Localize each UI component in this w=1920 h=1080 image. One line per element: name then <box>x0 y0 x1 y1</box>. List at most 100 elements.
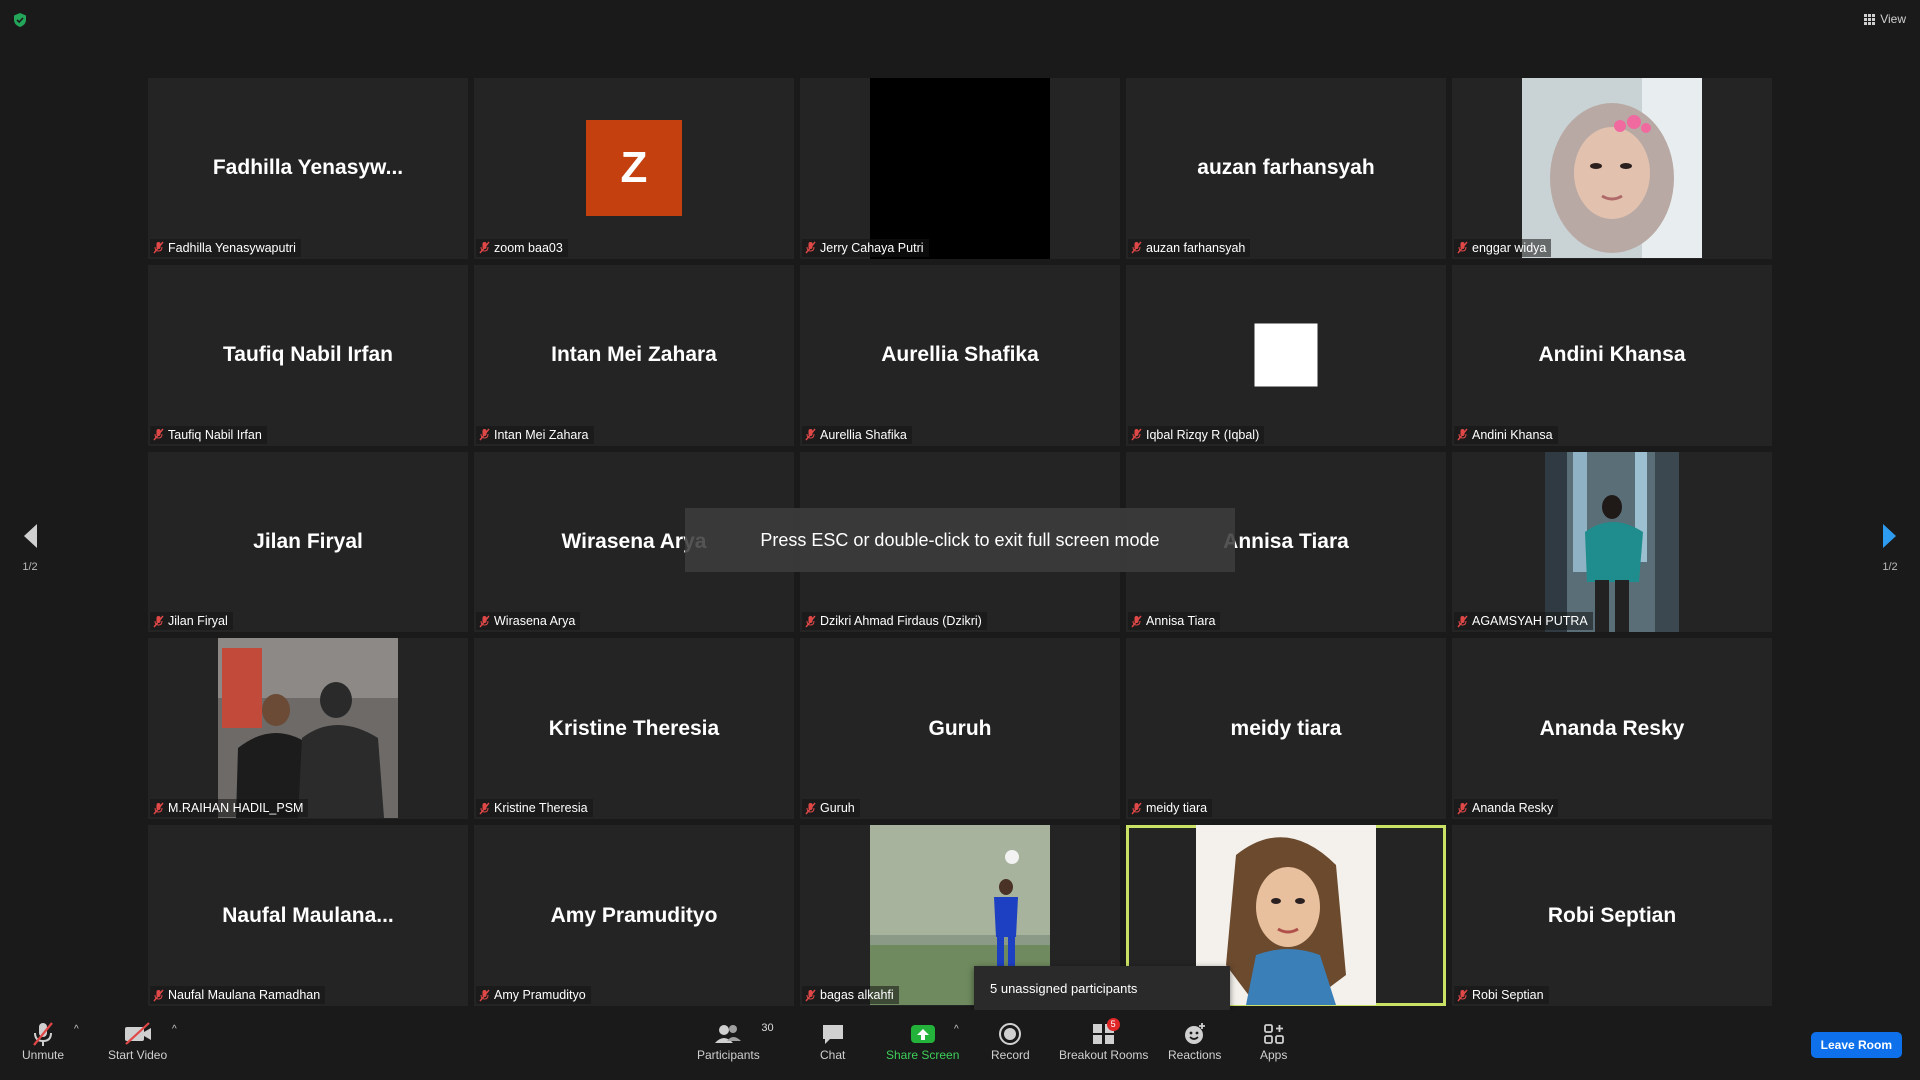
muted-mic-icon <box>1457 989 1468 1001</box>
reactions-label: Reactions <box>1168 1048 1222 1062</box>
participants-label: Participants <box>697 1048 760 1062</box>
video-feed <box>1254 323 1318 387</box>
chat-icon <box>822 1025 843 1044</box>
name-text: Intan Mei Zahara <box>494 427 589 442</box>
name-text: Taufiq Nabil Irfan <box>168 427 262 442</box>
participant-name-label: Ananda Resky <box>1454 799 1559 818</box>
participant-name-label: Guruh <box>802 799 860 818</box>
breakout-rooms-label: Breakout Rooms <box>1059 1048 1149 1062</box>
participant-name-label: Intan Mei Zahara <box>476 425 594 444</box>
participant-tile[interactable]: Ananda Resky Ananda Resky <box>1452 638 1772 820</box>
participant-tile[interactable]: Taufiq Nabil Irfan Taufiq Nabil Irfan <box>148 264 468 446</box>
participant-tile[interactable]: Aurellia Shafika Aurellia Shafika <box>800 264 1120 446</box>
start-video-button[interactable]: Start Video <box>108 1020 167 1062</box>
muted-mic-icon <box>1131 615 1142 628</box>
participant-name-label: Annisa Tiara <box>1128 612 1221 631</box>
participant-name-label: Wirasena Arya <box>476 612 581 631</box>
participants-count: 30 <box>761 1022 774 1034</box>
participant-tile[interactable]: Amy Pramudityo Amy Pramudityo <box>474 825 794 1006</box>
participant-tile[interactable]: Naufal Maulana... Naufal Maulana Ramadha… <box>148 825 468 1006</box>
chat-label: Chat <box>820 1048 846 1062</box>
participant-name-label: Naufal Maulana Ramadhan <box>150 986 326 1004</box>
view-label: View <box>1880 12 1906 26</box>
participant-display-name: Intan Mei Zahara <box>551 343 717 367</box>
participant-name-label: AGAMSYAH PUTRA <box>1454 612 1593 631</box>
share-screen-button[interactable]: Share Screen <box>886 1020 959 1062</box>
muted-mic-icon <box>1457 615 1468 628</box>
participant-tile[interactable]: Jerry Cahaya Putri <box>800 78 1120 259</box>
unmute-button[interactable]: Unmute <box>22 1020 64 1062</box>
participant-tile[interactable]: AGAMSYAH PUTRA <box>1452 451 1772 633</box>
participant-display-name: auzan farhansyah <box>1197 156 1375 180</box>
participant-name-label: Jilan Firyal <box>150 612 233 631</box>
participant-tile[interactable]: Kristine Theresia Kristine Theresia <box>474 638 794 820</box>
name-text: Jilan Firyal <box>168 614 228 629</box>
participant-display-name: Robi Septian <box>1547 903 1677 927</box>
video-off-icon <box>124 1022 151 1045</box>
participant-name-label: M.RAIHAN HADIL_PSM <box>150 799 309 818</box>
chevron-right-icon <box>1883 524 1896 548</box>
group-photo <box>218 638 398 819</box>
participant-name-label: Aurellia Shafika <box>802 425 912 444</box>
previous-page-button[interactable]: 1/2 <box>0 522 60 573</box>
breakout-rooms-button[interactable]: 5 Breakout Rooms <box>1059 1018 1149 1062</box>
apps-label: Apps <box>1260 1048 1288 1062</box>
participant-tile[interactable]: Fadhilla Yenasyw... Fadhilla Yenasywaput… <box>148 78 468 259</box>
audio-options-caret[interactable]: ^ <box>74 1024 79 1035</box>
fullscreen-exit-toast: Press ESC or double-click to exit full s… <box>685 508 1235 572</box>
participant-tile[interactable]: Guruh Guruh <box>800 638 1120 820</box>
name-text: AGAMSYAH PUTRA <box>1472 614 1588 629</box>
participant-tile[interactable]: M.RAIHAN HADIL_PSM <box>148 638 468 820</box>
muted-mic-icon <box>153 428 164 441</box>
participant-name-label: bagas alkahfi <box>802 986 899 1004</box>
video-feed <box>1545 451 1679 633</box>
record-button[interactable]: Record <box>991 1020 1030 1062</box>
apps-icon <box>1263 1024 1284 1044</box>
view-button[interactable]: View <box>1864 12 1906 26</box>
muted-mic-icon <box>479 241 490 254</box>
muted-mic-icon <box>805 802 816 815</box>
meeting-toolbar: Unmute ^ Start Video ^ 30 Participants C… <box>0 1010 1920 1080</box>
name-text: Amy Pramudityo <box>494 988 586 1002</box>
muted-mic-icon <box>805 241 816 254</box>
muted-mic-icon <box>153 615 164 628</box>
participant-tile[interactable]: meidy tiara meidy tiara <box>1126 638 1446 820</box>
video-feed <box>870 78 1050 259</box>
name-text: auzan farhansyah <box>1146 240 1246 255</box>
breakout-badge: 5 <box>1106 1018 1120 1031</box>
share-options-caret[interactable]: ^ <box>954 1024 959 1035</box>
muted-mic-icon <box>1131 241 1142 254</box>
participant-name-label: zoom baa03 <box>476 238 568 257</box>
name-text: meidy tiara <box>1146 801 1208 816</box>
participants-button[interactable]: 30 Participants <box>697 1020 774 1062</box>
top-bar: View <box>0 0 1920 40</box>
page-indicator-right: 1/2 <box>1882 561 1898 573</box>
participant-name-label: Fadhilla Yenasywaputri <box>150 238 301 257</box>
participant-tile[interactable]: Robi Septian Robi Septian <box>1452 825 1772 1006</box>
name-text: Naufal Maulana Ramadhan <box>168 988 321 1002</box>
participant-display-name: Aurellia Shafika <box>881 343 1039 367</box>
start-video-label: Start Video <box>108 1048 168 1062</box>
chat-button[interactable]: Chat <box>820 1020 845 1062</box>
muted-mic-icon <box>1457 241 1468 254</box>
leave-room-button[interactable]: Leave Room <box>1810 1032 1902 1058</box>
participant-tile[interactable]: Iqbal Rizqy R (Iqbal) <box>1126 264 1446 446</box>
reactions-button[interactable]: Reactions <box>1168 1020 1221 1062</box>
apps-button[interactable]: Apps <box>1260 1020 1287 1062</box>
participant-tile[interactable]: Andini Khansa Andini Khansa <box>1452 264 1772 446</box>
security-shield-icon[interactable] <box>12 12 28 28</box>
participant-tile[interactable]: auzan farhansyah auzan farhansyah <box>1126 78 1446 259</box>
participant-tile[interactable]: Jilan Firyal Jilan Firyal <box>148 451 468 633</box>
next-page-button[interactable]: 1/2 <box>1860 522 1920 573</box>
participant-display-name: meidy tiara <box>1230 716 1342 740</box>
participant-display-name: Jilan Firyal <box>253 529 363 553</box>
muted-mic-icon <box>805 615 816 628</box>
participant-tile[interactable]: Intan Mei Zahara Intan Mei Zahara <box>474 264 794 446</box>
participant-tile[interactable]: Z zoom baa03 <box>474 78 794 259</box>
video-options-caret[interactable]: ^ <box>172 1024 177 1035</box>
participant-name-label: enggar widya <box>1454 238 1552 257</box>
name-text: M.RAIHAN HADIL_PSM <box>168 801 304 816</box>
participant-tile[interactable]: enggar widya <box>1452 78 1772 259</box>
participant-display-name: Fadhilla Yenasyw... <box>212 156 404 180</box>
name-text: Guruh <box>820 801 855 816</box>
